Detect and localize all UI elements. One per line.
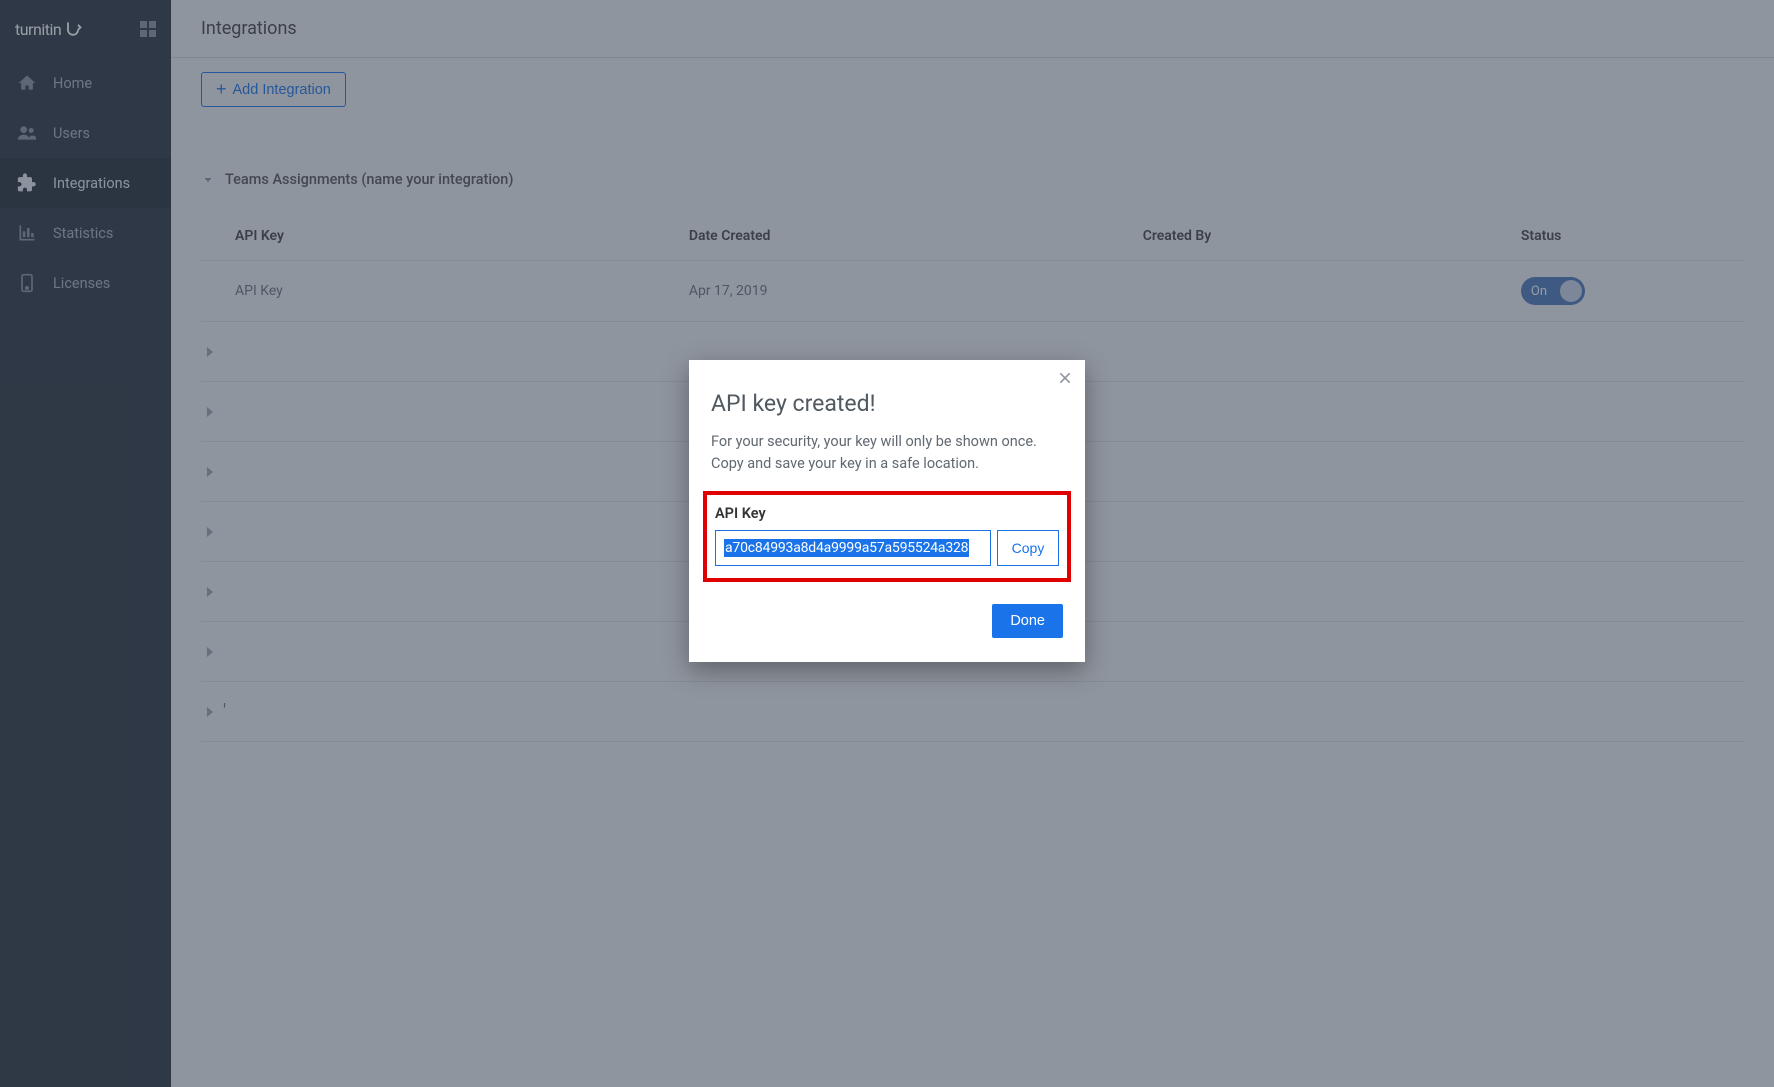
close-button[interactable]: [1057, 370, 1073, 390]
close-icon: [1057, 370, 1073, 386]
modal-description: For your security, your key will only be…: [711, 431, 1063, 475]
done-button-label: Done: [1010, 613, 1045, 629]
api-key-highlight-box: API Key a70c84993a8d4a9999a57a595524a328…: [703, 491, 1071, 582]
api-key-field-label: API Key: [715, 505, 1059, 522]
modal-footer: Done: [711, 604, 1063, 638]
modal-title: API key created!: [711, 390, 1063, 417]
done-button[interactable]: Done: [992, 604, 1063, 638]
modal-overlay[interactable]: API key created! For your security, your…: [0, 0, 1774, 1087]
api-key-value: a70c84993a8d4a9999a57a595524a328: [724, 539, 969, 557]
api-key-field-row: a70c84993a8d4a9999a57a595524a328 Copy: [715, 530, 1059, 566]
api-key-modal: API key created! For your security, your…: [689, 360, 1085, 662]
copy-button-label: Copy: [1012, 540, 1045, 556]
modal-body: API key created! For your security, your…: [689, 360, 1085, 662]
api-key-input[interactable]: a70c84993a8d4a9999a57a595524a328: [715, 530, 991, 566]
copy-button[interactable]: Copy: [997, 530, 1059, 566]
